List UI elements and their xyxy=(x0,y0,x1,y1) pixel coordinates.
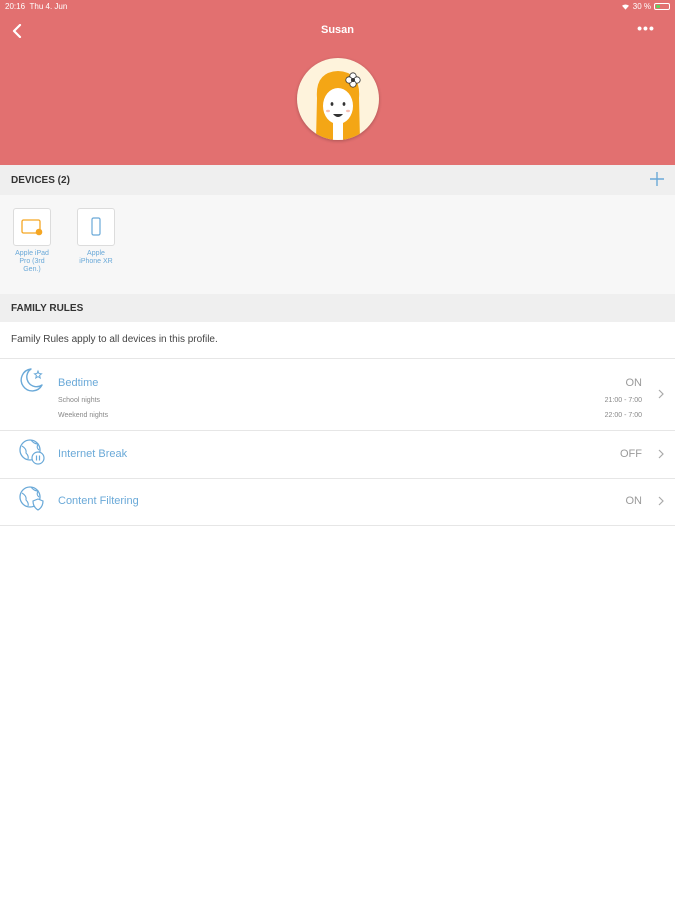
plus-icon xyxy=(650,172,664,186)
devices-section-title: DEVICES (2) xyxy=(11,174,70,186)
divider xyxy=(0,525,675,526)
wifi-icon xyxy=(621,4,629,10)
device-label: Apple iPhone XR xyxy=(79,250,113,265)
more-options-button[interactable]: ••• xyxy=(635,21,657,38)
device-label: Apple iPad Pro (3rd Gen.) xyxy=(15,250,49,273)
profile-header: 20:16 Thu 4. Jun 30 % Susan ••• xyxy=(0,0,675,165)
add-device-button[interactable] xyxy=(649,171,665,187)
schedule-value: 21:00 - 7:00 xyxy=(604,397,642,404)
phone-icon xyxy=(91,217,101,236)
rule-title: Internet Break xyxy=(58,448,128,460)
device-iphone[interactable]: Apple iPhone XR xyxy=(76,208,116,266)
status-time: 20:16 xyxy=(5,2,26,11)
family-rules-title: FAMILY RULES xyxy=(11,302,84,314)
rule-title: Bedtime xyxy=(58,377,99,389)
battery-percent: 30 % xyxy=(632,2,651,11)
girl-avatar-icon xyxy=(316,71,361,140)
devices-list: Apple iPad Pro (3rd Gen.) Apple iPhone X… xyxy=(0,195,675,294)
battery-icon xyxy=(654,3,670,10)
status-date: Thu 4. Jun xyxy=(29,2,68,11)
devices-section-header: DEVICES (2) xyxy=(0,165,675,195)
tablet-icon xyxy=(21,219,43,236)
chevron-right-icon xyxy=(658,449,664,459)
schedule-label: School nights xyxy=(58,397,101,404)
chevron-right-icon xyxy=(658,496,664,506)
schedule-value: 22:00 - 7:00 xyxy=(604,412,642,419)
family-rules-section-header: FAMILY RULES xyxy=(0,294,675,322)
status-bar: 20:16 Thu 4. Jun 30 % xyxy=(0,0,675,14)
rule-content-filtering[interactable]: Content Filtering ON xyxy=(0,479,675,525)
schedule-label: Weekend nights xyxy=(58,412,109,419)
rule-bedtime[interactable]: Bedtime ON School nights 21:00 - 7:00 We… xyxy=(0,359,675,430)
globe-pause-icon xyxy=(19,439,45,465)
page-title: Susan xyxy=(320,24,354,36)
family-rules-description: Family Rules apply to all devices in thi… xyxy=(11,334,218,345)
moon-star-icon xyxy=(20,368,43,392)
rule-status: OFF xyxy=(620,448,642,460)
device-ipad[interactable]: Apple iPad Pro (3rd Gen.) xyxy=(12,208,52,274)
globe-shield-icon xyxy=(19,486,44,511)
avatar[interactable] xyxy=(297,58,379,140)
chevron-right-icon xyxy=(658,389,664,399)
rule-internet-break[interactable]: Internet Break OFF xyxy=(0,431,675,478)
rule-title: Content Filtering xyxy=(58,495,139,507)
rule-status: ON xyxy=(625,377,643,389)
rule-status: ON xyxy=(625,495,643,507)
